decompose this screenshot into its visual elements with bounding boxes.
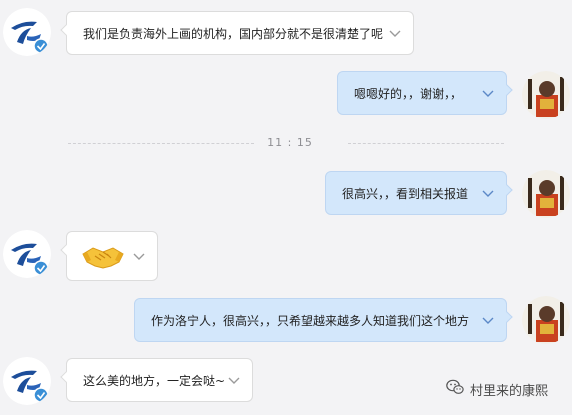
message-text: 很高兴，，看到相关报道 [342, 187, 469, 201]
chevron-down-icon[interactable] [387, 12, 403, 56]
timestamp: 11 : 15 [267, 136, 313, 149]
watermark-text: 村里来的康熙 [470, 383, 549, 399]
chevron-down-icon[interactable] [480, 172, 496, 216]
watermark: 村里来的康熙 [446, 378, 548, 400]
time-divider: 11 : 15 [0, 134, 572, 152]
message-bubble-outgoing[interactable]: 很高兴，，看到相关报道 [325, 171, 513, 216]
message-bubble-outgoing[interactable]: 作为洛宁人，很高兴，，只希望越来越多人知道我们这个地方 [134, 298, 513, 343]
chevron-down-icon[interactable] [480, 72, 496, 116]
chevron-down-icon[interactable] [226, 359, 242, 403]
message-text: 我们是负责海外上画的机构，国内部分就不是很清楚了呢 [83, 27, 384, 41]
wechat-icon [446, 379, 464, 399]
message-bubble-incoming[interactable]: 我们是负责海外上画的机构，国内部分就不是很清楚了呢 [60, 11, 414, 56]
message-text: 作为洛宁人，很高兴，，只希望越来越多人知道我们这个地方 [151, 314, 470, 328]
message-text: 这么美的地方，一定会哒~ [83, 374, 226, 388]
message-text: 嗯嗯好的，，谢谢，， [354, 87, 463, 101]
user-avatar[interactable] [522, 71, 570, 119]
user-avatar[interactable] [522, 296, 570, 344]
user-avatar[interactable] [522, 170, 570, 218]
message-bubble-incoming[interactable] [60, 231, 158, 282]
handshake-emoji-icon [81, 242, 125, 288]
institution-avatar[interactable] [3, 8, 51, 56]
institution-avatar[interactable] [3, 230, 51, 278]
chevron-down-icon[interactable] [131, 232, 147, 282]
message-bubble-outgoing[interactable]: 嗯嗯好的，，谢谢，， [337, 71, 513, 116]
chevron-down-icon[interactable] [480, 299, 496, 343]
institution-avatar[interactable] [3, 357, 51, 405]
message-bubble-incoming[interactable]: 这么美的地方，一定会哒~ [60, 358, 253, 403]
